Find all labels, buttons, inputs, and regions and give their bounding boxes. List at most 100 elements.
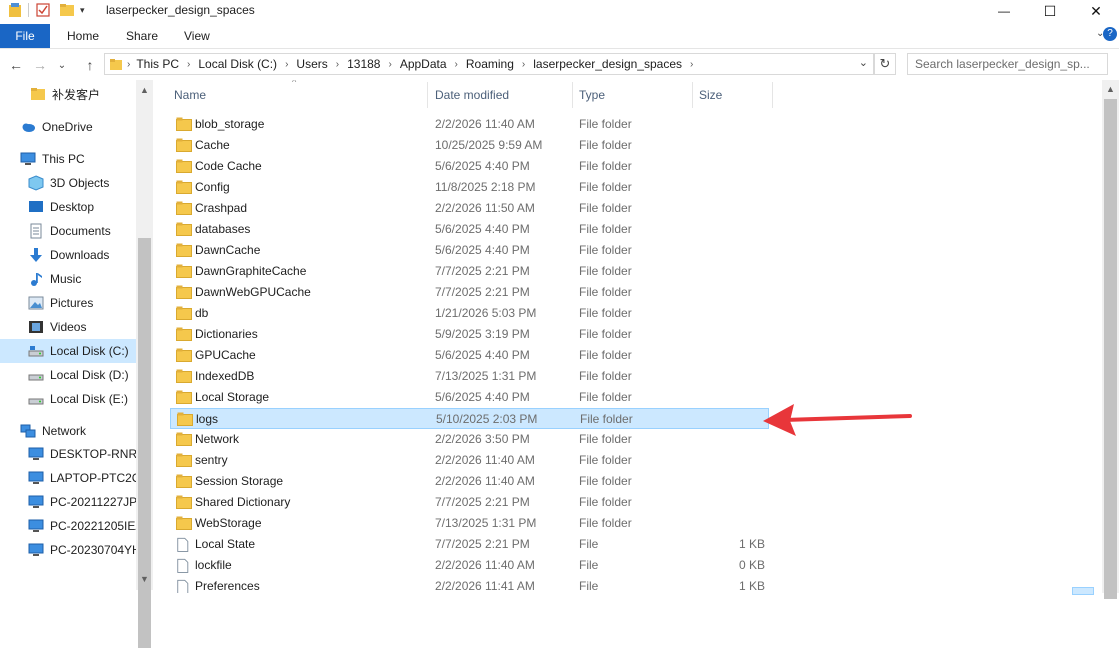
file-row[interactable]: DawnCache 5/6/2025 4:40 PM File folder bbox=[170, 240, 769, 261]
file-row[interactable]: Network 2/2/2026 3:50 PM File folder bbox=[170, 429, 769, 450]
breadcrumb-appdata[interactable]: AppData bbox=[400, 57, 447, 71]
nav-item-documents[interactable]: Documents bbox=[28, 219, 111, 243]
file-row[interactable]: databases 5/6/2025 4:40 PM File folder bbox=[170, 219, 769, 240]
nav-item-downloads[interactable]: Downloads bbox=[28, 243, 109, 267]
file-row[interactable]: blob_storage 2/2/2026 11:40 AM File folder bbox=[170, 114, 769, 135]
breadcrumb-this-pc[interactable]: This PC bbox=[136, 57, 179, 71]
nav-item-desktop[interactable]: Desktop bbox=[28, 195, 94, 219]
breadcrumb-separator-icon[interactable]: › bbox=[285, 59, 288, 70]
tab-view[interactable]: View bbox=[184, 24, 210, 48]
breadcrumb-user[interactable]: 13188 bbox=[347, 57, 380, 71]
maximize-button[interactable]: ☐ bbox=[1027, 0, 1073, 22]
file-date: 7/13/2025 1:31 PM bbox=[435, 516, 537, 530]
file-row[interactable]: IndexedDB 7/13/2025 1:31 PM File folder bbox=[170, 366, 769, 387]
nav-item-this-pc[interactable]: This PC bbox=[20, 147, 85, 171]
file-row[interactable]: Dictionaries 5/9/2025 3:19 PM File folder bbox=[170, 324, 769, 345]
back-button[interactable]: ← bbox=[6, 55, 26, 75]
file-row[interactable]: Crashpad 2/2/2026 11:50 AM File folder bbox=[170, 198, 769, 219]
file-row[interactable]: Shared Dictionary 7/7/2025 2:21 PM File fo… bbox=[170, 492, 769, 513]
nav-scrollbar[interactable]: ▲ ▼ bbox=[136, 80, 153, 648]
address-bar[interactable]: › This PC › Local Disk (C:) › Users › 13… bbox=[104, 53, 874, 75]
nav-item-label: Local Disk (D:) bbox=[50, 368, 129, 382]
nav-item-label: Videos bbox=[50, 320, 87, 334]
file-row[interactable]: DawnWebGPUCache 7/7/2025 2:21 PM File fold… bbox=[170, 282, 769, 303]
search-input[interactable]: Search laserpecker_design_sp... bbox=[907, 53, 1108, 75]
file-row[interactable]: Preferences 2/2/2026 11:41 AM File 1 KB bbox=[170, 576, 769, 593]
nav-item-network-pc-3[interactable]: PC-20211227JPL bbox=[28, 490, 144, 514]
file-row[interactable]: Config 11/8/2025 2:18 PM File folder bbox=[170, 177, 769, 198]
scroll-up-icon[interactable]: ▲ bbox=[1105, 84, 1116, 95]
nav-item-quick-folder[interactable]: 补发客户 bbox=[30, 82, 100, 106]
file-list-scrollbar-thumb[interactable] bbox=[1104, 99, 1117, 599]
file-date: 2/2/2026 11:40 AM bbox=[435, 117, 535, 131]
file-row[interactable]: DawnGraphiteCache 7/7/2025 2:21 PM File fo… bbox=[170, 261, 769, 282]
column-header-name[interactable]: Name bbox=[174, 80, 206, 110]
file-row[interactable]: db 1/21/2026 5:03 PM File folder bbox=[170, 303, 769, 324]
nav-scrollbar-thumb[interactable] bbox=[138, 238, 151, 648]
nav-item-videos[interactable]: Videos bbox=[28, 315, 86, 339]
column-header-size[interactable]: Size bbox=[699, 80, 722, 110]
details-view-toggle[interactable] bbox=[1072, 587, 1094, 595]
folder-icon bbox=[176, 201, 192, 215]
tab-file[interactable]: File bbox=[0, 24, 50, 48]
close-button[interactable]: ✕ bbox=[1073, 0, 1119, 22]
nav-item-pictures[interactable]: Pictures bbox=[28, 291, 93, 315]
up-button[interactable]: ↑ bbox=[80, 55, 100, 75]
monitor-icon bbox=[28, 543, 44, 556]
file-row[interactable]: WebStorage 7/13/2025 1:31 PM File folder bbox=[170, 513, 769, 534]
nav-item-local-disk-d[interactable]: Local Disk (D:) bbox=[28, 363, 129, 387]
breadcrumb-separator-icon[interactable]: › bbox=[388, 59, 391, 70]
file-row[interactable]: Local State 7/7/2025 2:21 PM File 1 KB bbox=[170, 534, 769, 555]
nav-item-network-pc-1[interactable]: DESKTOP-RNR5V bbox=[28, 442, 152, 466]
column-divider[interactable] bbox=[572, 82, 573, 108]
breadcrumb-users[interactable]: Users bbox=[296, 57, 327, 71]
file-date: 2/2/2026 11:40 AM bbox=[435, 453, 535, 467]
file-row[interactable]: Session Storage 2/2/2026 11:40 AM File fol… bbox=[170, 471, 769, 492]
refresh-button[interactable]: ↻ bbox=[874, 53, 896, 75]
breadcrumb-local-disk[interactable]: Local Disk (C:) bbox=[198, 57, 277, 71]
recent-locations-button[interactable]: ⌄ bbox=[52, 55, 72, 75]
breadcrumb-separator-icon[interactable]: › bbox=[187, 59, 190, 70]
breadcrumb-roaming[interactable]: Roaming bbox=[466, 57, 514, 71]
breadcrumb-separator-icon[interactable]: › bbox=[336, 59, 339, 70]
file-list-scrollbar[interactable]: ▲ bbox=[1102, 80, 1119, 599]
location-folder-icon bbox=[110, 59, 122, 70]
column-divider[interactable] bbox=[427, 82, 428, 108]
minimize-button[interactable]: — bbox=[981, 0, 1027, 22]
column-header-date[interactable]: Date modified bbox=[435, 80, 509, 110]
folder-icon bbox=[176, 432, 192, 446]
nav-item-network[interactable]: Network bbox=[20, 419, 86, 443]
breadcrumb-separator-icon[interactable]: › bbox=[455, 59, 458, 70]
column-header-type[interactable]: Type bbox=[579, 80, 605, 110]
file-row[interactable]: lockfile 2/2/2026 11:40 AM File 0 KB bbox=[170, 555, 769, 576]
file-row[interactable]: logs 5/10/2025 2:03 PM File folder bbox=[170, 408, 769, 429]
help-icon[interactable]: ? bbox=[1103, 27, 1117, 41]
file-row[interactable]: Cache 10/25/2025 9:59 AM File folder bbox=[170, 135, 769, 156]
new-folder-icon[interactable] bbox=[59, 2, 75, 18]
tab-home[interactable]: Home bbox=[67, 24, 99, 48]
address-dropdown-icon[interactable]: ⌄ bbox=[859, 56, 868, 69]
breadcrumb-separator-icon[interactable]: › bbox=[522, 59, 525, 70]
column-divider[interactable] bbox=[692, 82, 693, 108]
nav-item-network-pc-4[interactable]: PC-20221205IEA bbox=[28, 514, 143, 538]
file-row[interactable]: Local Storage 5/6/2025 4:40 PM File folder bbox=[170, 387, 769, 408]
nav-item-network-pc-5[interactable]: PC-20230704YH bbox=[28, 538, 141, 562]
scroll-down-icon[interactable]: ▼ bbox=[139, 574, 150, 585]
nav-item-local-disk-e[interactable]: Local Disk (E:) bbox=[28, 387, 128, 411]
forward-button[interactable]: → bbox=[30, 55, 50, 75]
tab-share[interactable]: Share bbox=[126, 24, 158, 48]
properties-icon[interactable] bbox=[35, 2, 51, 18]
scroll-up-icon[interactable]: ▲ bbox=[139, 85, 150, 96]
file-row[interactable]: Code Cache 5/6/2025 4:40 PM File folder bbox=[170, 156, 769, 177]
customize-toolbar-icon[interactable]: ▾ bbox=[80, 5, 85, 16]
column-divider[interactable] bbox=[772, 82, 773, 108]
breadcrumb-separator-icon[interactable]: › bbox=[690, 59, 693, 70]
nav-item-onedrive[interactable]: OneDrive bbox=[20, 115, 93, 139]
file-row[interactable]: sentry 2/2/2026 11:40 AM File folder bbox=[170, 450, 769, 471]
breadcrumb-current[interactable]: laserpecker_design_spaces bbox=[533, 57, 682, 71]
nav-item-3d-objects[interactable]: 3D Objects bbox=[28, 171, 109, 195]
file-row[interactable]: GPUCache 5/6/2025 4:40 PM File folder bbox=[170, 345, 769, 366]
nav-item-music[interactable]: Music bbox=[28, 267, 81, 291]
nav-item-local-disk-c[interactable]: Local Disk (C:) bbox=[28, 339, 129, 363]
nav-item-network-pc-2[interactable]: LAPTOP-PTC2CR bbox=[28, 466, 149, 490]
